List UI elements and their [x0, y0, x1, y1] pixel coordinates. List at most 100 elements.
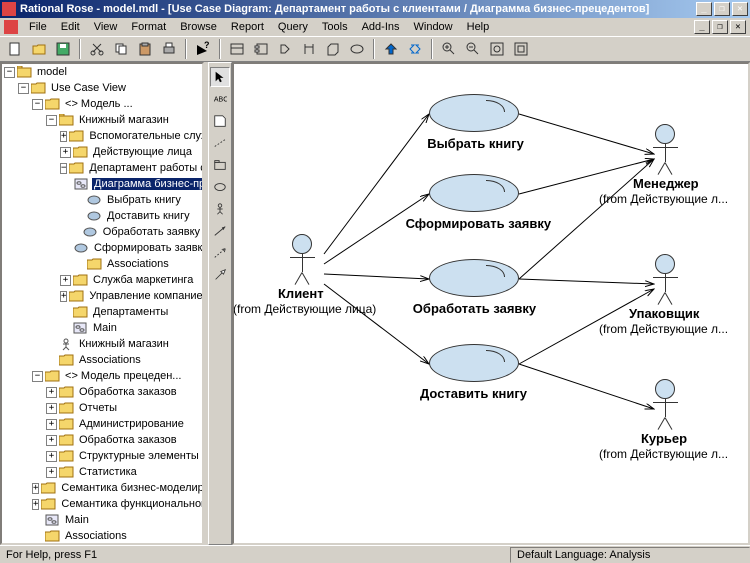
- menu-file[interactable]: File: [22, 19, 54, 35]
- anchor-tool[interactable]: [210, 133, 230, 153]
- browse-class-button[interactable]: [226, 38, 248, 60]
- browse-component-button[interactable]: [250, 38, 272, 60]
- tree-item[interactable]: −<> Модель ...: [2, 96, 202, 112]
- menu-window[interactable]: Window: [407, 19, 460, 35]
- tree-twisty[interactable]: −: [46, 115, 57, 126]
- package-tool[interactable]: [210, 155, 230, 175]
- save-button[interactable]: [52, 38, 74, 60]
- maximize-button[interactable]: ❐: [714, 2, 730, 16]
- tree-item[interactable]: Департаменты: [2, 304, 202, 320]
- diagram-canvas[interactable]: Выбрать книгуСформировать заявкуОбработа…: [232, 62, 750, 545]
- menu-format[interactable]: Format: [124, 19, 173, 35]
- mdi-close-button[interactable]: ✕: [730, 20, 746, 34]
- tree-item[interactable]: +Отчеты: [2, 400, 202, 416]
- tree-item[interactable]: +Действующие лица: [2, 144, 202, 160]
- close-button[interactable]: ✕: [732, 2, 748, 16]
- mdi-maximize-button[interactable]: ❐: [712, 20, 728, 34]
- usecase-select-book[interactable]: [429, 94, 519, 132]
- actor-tool[interactable]: [210, 199, 230, 219]
- usecase-form-order[interactable]: [429, 174, 519, 212]
- tree-item[interactable]: Main: [2, 512, 202, 528]
- mdi-minimize-button[interactable]: _: [694, 20, 710, 34]
- menu-add-ins[interactable]: Add-Ins: [355, 19, 407, 35]
- actor-courier[interactable]: [652, 379, 678, 417]
- browser-tree[interactable]: −model−Use Case View−<> Модель ...−Книжн…: [0, 62, 204, 545]
- tree-twisty[interactable]: +: [46, 403, 57, 414]
- cut-button[interactable]: [86, 38, 108, 60]
- tree-twisty[interactable]: +: [60, 275, 71, 286]
- tree-item[interactable]: +Семантика функционального модели...: [2, 496, 202, 512]
- fit-button[interactable]: [486, 38, 508, 60]
- refresh-button[interactable]: [404, 38, 426, 60]
- tree-twisty[interactable]: −: [32, 99, 43, 110]
- tree-item[interactable]: Выбрать книгу: [2, 192, 202, 208]
- menu-report[interactable]: Report: [224, 19, 271, 35]
- minimize-button[interactable]: _: [696, 2, 712, 16]
- undo-fit-button[interactable]: [510, 38, 532, 60]
- tree-twisty[interactable]: +: [32, 483, 39, 494]
- tree-item[interactable]: Диаграмма бизнес-преце...: [2, 176, 202, 192]
- tree-twisty[interactable]: +: [46, 451, 57, 462]
- usecase-process-order[interactable]: [429, 259, 519, 297]
- tree-item[interactable]: Обработать заявку: [2, 224, 202, 240]
- tree-twisty[interactable]: +: [46, 419, 57, 430]
- pointer-tool[interactable]: [210, 67, 230, 87]
- tree-twisty[interactable]: +: [60, 131, 67, 142]
- tree-twisty[interactable]: +: [46, 387, 57, 398]
- menu-help[interactable]: Help: [460, 19, 497, 35]
- tree-item[interactable]: Сформировать заявку: [2, 240, 202, 256]
- actor-client[interactable]: [289, 234, 315, 272]
- menu-query[interactable]: Query: [271, 19, 315, 35]
- zoom-in-button[interactable]: [438, 38, 460, 60]
- tree-twisty[interactable]: +: [60, 291, 67, 302]
- generalization-tool[interactable]: [210, 265, 230, 285]
- menu-edit[interactable]: Edit: [54, 19, 87, 35]
- tree-twisty[interactable]: −: [18, 83, 29, 94]
- menu-view[interactable]: View: [87, 19, 125, 35]
- tree-item[interactable]: +Обработка заказов: [2, 432, 202, 448]
- menu-tools[interactable]: Tools: [315, 19, 355, 35]
- browse-state-button[interactable]: [274, 38, 296, 60]
- tree-item[interactable]: Associations: [2, 352, 202, 368]
- open-button[interactable]: [28, 38, 50, 60]
- menu-browse[interactable]: Browse: [173, 19, 224, 35]
- tree-item[interactable]: +Вспомогательные службы: [2, 128, 202, 144]
- tree-item[interactable]: −model: [2, 64, 202, 80]
- tree-item[interactable]: +Статистика: [2, 464, 202, 480]
- tree-item[interactable]: +Семантика бизнес-моделирования: [2, 480, 202, 496]
- tree-item[interactable]: Associations: [2, 528, 202, 544]
- tree-item[interactable]: −Use Case View: [2, 80, 202, 96]
- zoom-out-button[interactable]: [462, 38, 484, 60]
- new-button[interactable]: [4, 38, 26, 60]
- browse-interaction-button[interactable]: [298, 38, 320, 60]
- tree-item[interactable]: −Книжный магазин: [2, 112, 202, 128]
- tree-item[interactable]: +Управление компанией: [2, 288, 202, 304]
- tree-item[interactable]: Main: [2, 320, 202, 336]
- tree-twisty[interactable]: +: [46, 435, 57, 446]
- print-button[interactable]: [158, 38, 180, 60]
- usecase-tool[interactable]: [210, 177, 230, 197]
- note-tool[interactable]: [210, 111, 230, 131]
- usecase-deliver-book[interactable]: [429, 344, 519, 382]
- dependency-tool[interactable]: [210, 243, 230, 263]
- tree-item[interactable]: Книжный магазин: [2, 336, 202, 352]
- tree-item[interactable]: +Служба маркетинга: [2, 272, 202, 288]
- help-button[interactable]: ?: [192, 38, 214, 60]
- text-tool[interactable]: ABC: [210, 89, 230, 109]
- tree-item[interactable]: +Обработка заказов: [2, 384, 202, 400]
- browse-deployment-button[interactable]: [322, 38, 344, 60]
- tree-twisty[interactable]: +: [60, 147, 71, 158]
- parent-button[interactable]: [380, 38, 402, 60]
- tree-twisty[interactable]: +: [46, 467, 57, 478]
- copy-button[interactable]: [110, 38, 132, 60]
- paste-button[interactable]: [134, 38, 156, 60]
- tree-item[interactable]: +Структурные элементы: [2, 448, 202, 464]
- tree-item[interactable]: −<> Модель прецеден...: [2, 368, 202, 384]
- tree-item[interactable]: +Администрирование: [2, 416, 202, 432]
- tree-item[interactable]: −Logical View: [2, 544, 202, 545]
- tree-twisty[interactable]: +: [32, 499, 39, 510]
- tree-item[interactable]: −Департамент работы с клиен...: [2, 160, 202, 176]
- tree-item[interactable]: Associations: [2, 256, 202, 272]
- tree-item[interactable]: Доставить книгу: [2, 208, 202, 224]
- association-tool[interactable]: [210, 221, 230, 241]
